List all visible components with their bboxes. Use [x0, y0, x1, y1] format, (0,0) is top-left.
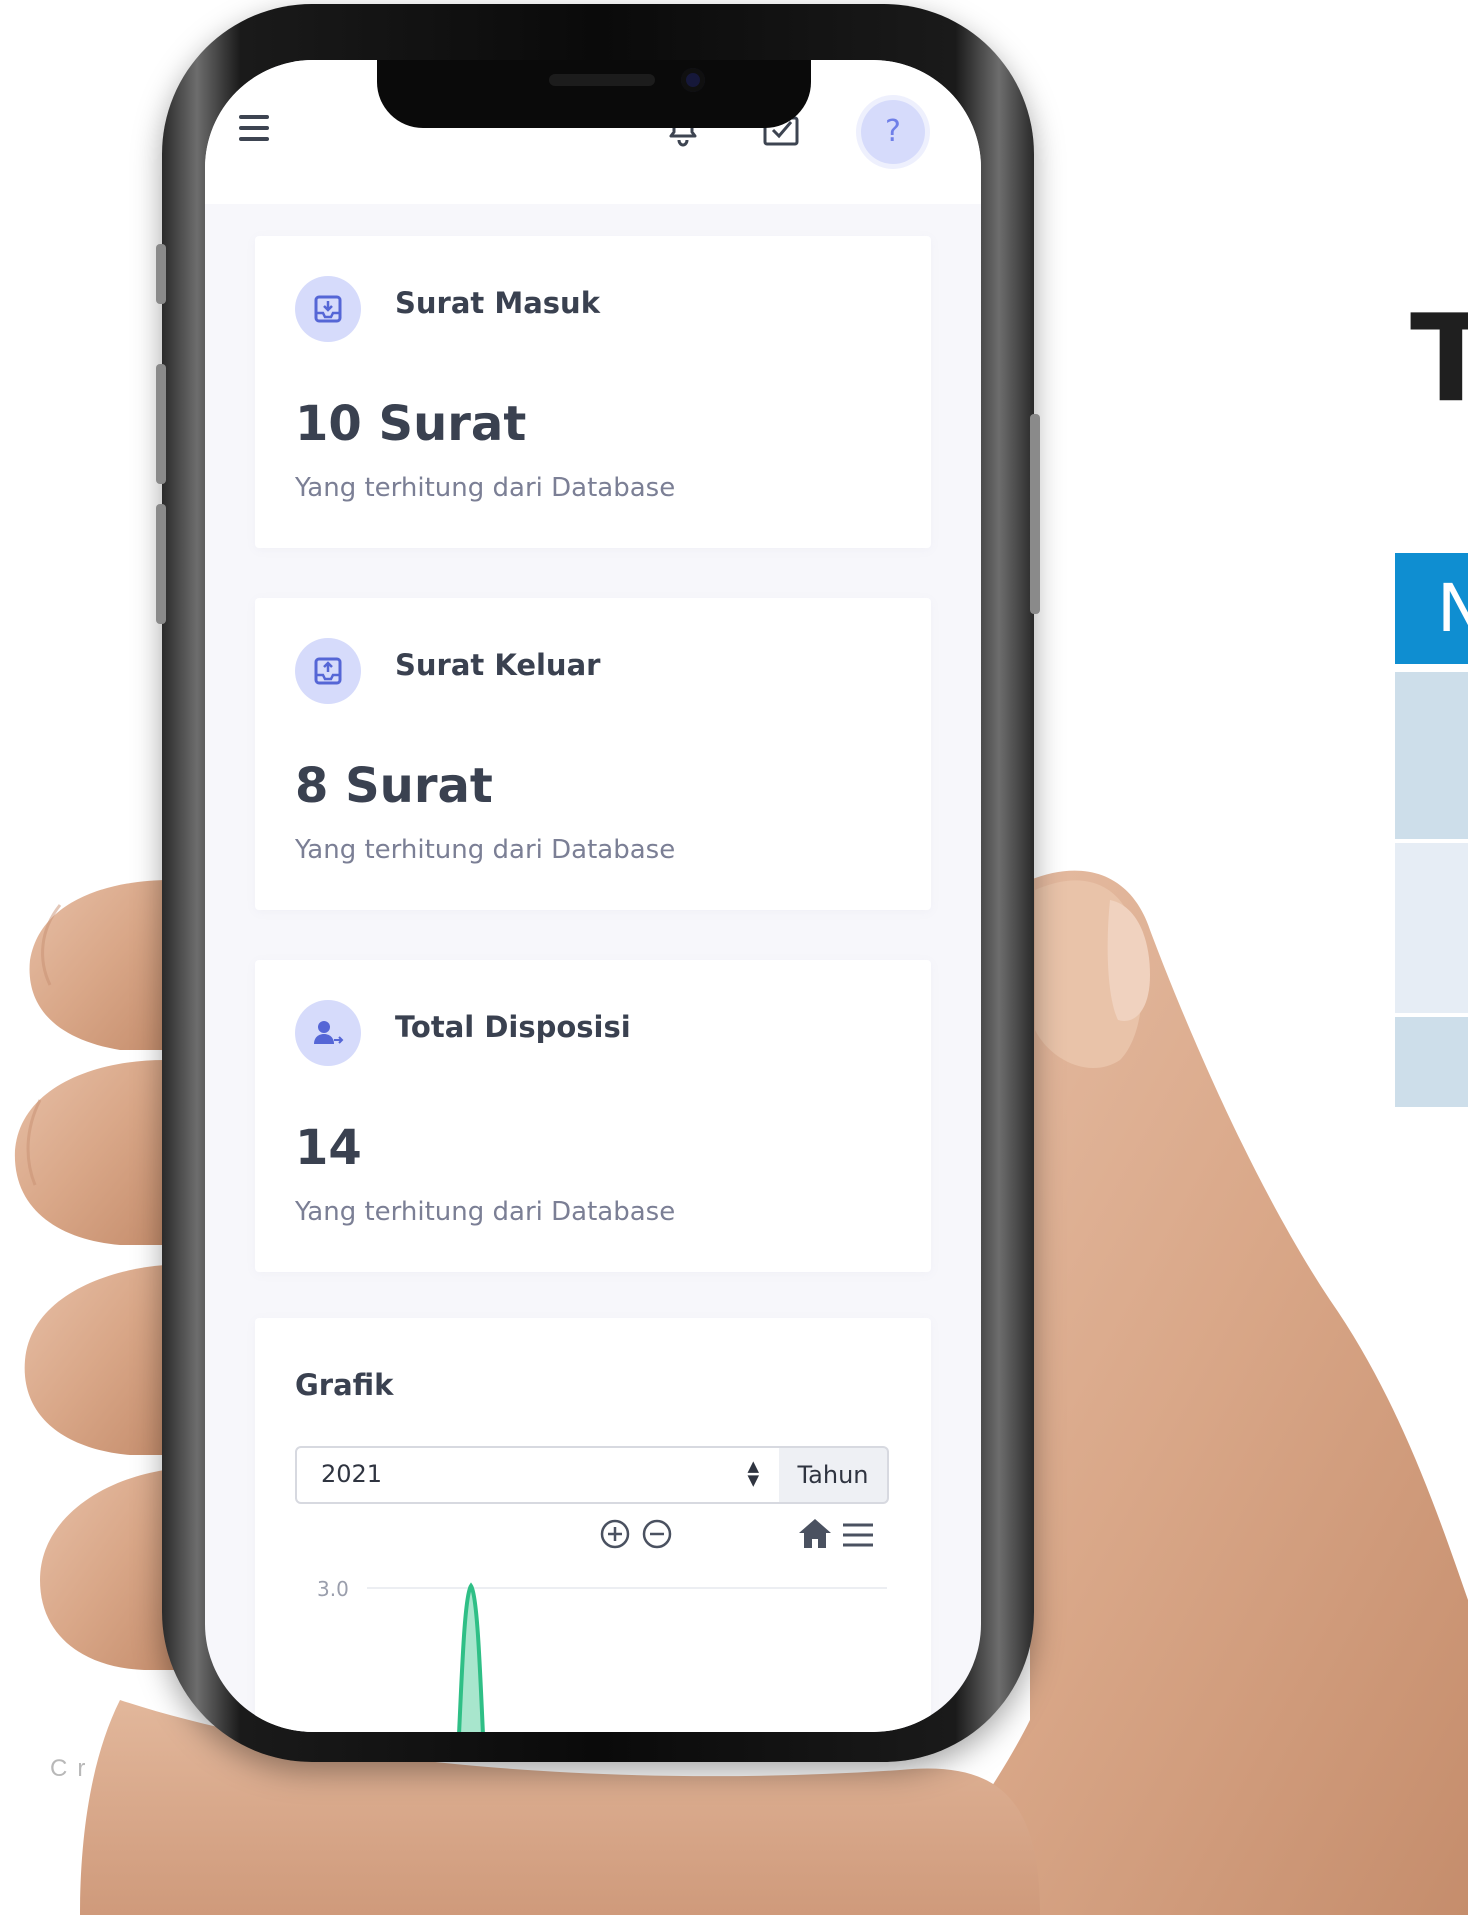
- year-select[interactable]: 2021 ▲ ▼: [295, 1446, 783, 1504]
- card-subtitle: Yang terhitung dari Database: [295, 835, 676, 865]
- chart-card: Grafik 2021 ▲ ▼ Tahun 3.0: [255, 1318, 931, 1732]
- zoom-out-icon[interactable]: [641, 1518, 673, 1550]
- phone-mute-switch: [156, 244, 166, 304]
- help-button[interactable]: ?: [861, 100, 925, 164]
- phone-volume-down: [156, 504, 166, 624]
- inbox-download-icon: [295, 276, 361, 342]
- phone-volume-up: [156, 364, 166, 484]
- chart-title: Grafik: [295, 1368, 394, 1402]
- card-value: 14: [295, 1120, 362, 1176]
- phone-screen: ? Surat Masuk 10 Surat Yang terhitung da…: [205, 60, 981, 1732]
- card-surat-masuk: Surat Masuk 10 Surat Yang terhitung dari…: [255, 236, 931, 548]
- home-icon[interactable]: [797, 1516, 833, 1550]
- card-subtitle: Yang terhitung dari Database: [295, 1197, 676, 1227]
- phone-power-button: [1030, 414, 1040, 614]
- area-chart: 3.0: [317, 1577, 887, 1732]
- card-value: 8 Surat: [295, 758, 493, 814]
- y-tick-label: 3.0: [317, 1577, 349, 1601]
- year-select-value: 2021: [321, 1460, 383, 1488]
- series-area: [457, 1582, 485, 1732]
- card-total-disposisi: Total Disposisi 14 Yang terhitung dari D…: [255, 960, 931, 1272]
- card-title: Total Disposisi: [395, 1010, 631, 1044]
- menu-icon[interactable]: [841, 1522, 875, 1548]
- card-title: Surat Keluar: [395, 648, 601, 682]
- phone-device: ? Surat Masuk 10 Surat Yang terhitung da…: [156, 4, 1040, 1762]
- user-forward-icon: [295, 1000, 361, 1066]
- speaker-grille: [549, 74, 655, 86]
- card-surat-keluar: Surat Keluar 8 Surat Yang terhitung dari…: [255, 598, 931, 910]
- card-value: 10 Surat: [295, 396, 527, 452]
- front-camera: [681, 68, 705, 92]
- inbox-upload-icon: [295, 638, 361, 704]
- card-title: Surat Masuk: [395, 286, 600, 320]
- select-arrows-icon: ▲ ▼: [747, 1457, 759, 1489]
- hamburger-icon[interactable]: [239, 115, 269, 141]
- zoom-in-icon[interactable]: [599, 1518, 631, 1550]
- phone-notch: [377, 60, 811, 128]
- card-subtitle: Yang terhitung dari Database: [295, 473, 676, 503]
- year-addon-label: Tahun: [779, 1446, 889, 1504]
